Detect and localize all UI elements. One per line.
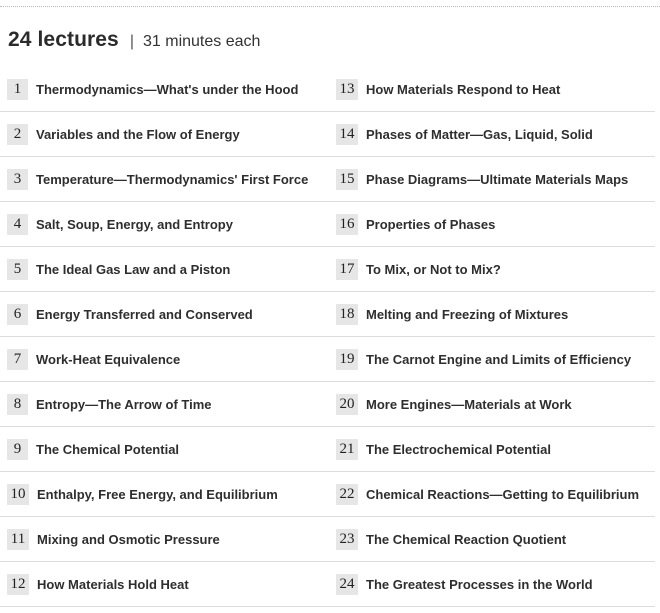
lecture-title[interactable]: Phases of Matter—Gas, Liquid, Solid bbox=[366, 127, 593, 142]
lecture-row[interactable]: 9 The Chemical Potential bbox=[0, 427, 329, 472]
lecture-title[interactable]: More Engines—Materials at Work bbox=[366, 397, 572, 412]
lecture-number: 1 bbox=[7, 78, 28, 100]
lecture-title[interactable]: Variables and the Flow of Energy bbox=[36, 127, 240, 142]
lecture-title[interactable]: The Carnot Engine and Limits of Efficien… bbox=[366, 352, 631, 367]
lecture-number: 8 bbox=[7, 393, 28, 415]
lecture-title[interactable]: Properties of Phases bbox=[366, 217, 495, 232]
lecture-number: 12 bbox=[7, 573, 29, 595]
lecture-title[interactable]: Temperature—Thermodynamics' First Force bbox=[36, 172, 308, 187]
lecture-title[interactable]: The Chemical Reaction Quotient bbox=[366, 532, 566, 547]
lecture-number: 23 bbox=[336, 528, 358, 550]
top-divider bbox=[0, 6, 660, 7]
lecture-row[interactable]: 2 Variables and the Flow of Energy bbox=[0, 112, 329, 157]
header-separator: | bbox=[129, 33, 134, 50]
lecture-number: 17 bbox=[336, 258, 358, 280]
lecture-row[interactable]: 18 Melting and Freezing of Mixtures bbox=[329, 292, 655, 337]
lecture-title[interactable]: The Ideal Gas Law and a Piston bbox=[36, 262, 230, 277]
lecture-row[interactable]: 23 The Chemical Reaction Quotient bbox=[329, 517, 655, 562]
lecture-number: 5 bbox=[7, 258, 28, 280]
lecture-title[interactable]: To Mix, or Not to Mix? bbox=[366, 262, 501, 277]
lecture-count: 24 lectures bbox=[8, 28, 119, 51]
lecture-title[interactable]: How Materials Hold Heat bbox=[37, 577, 189, 592]
lecture-row[interactable]: 11 Mixing and Osmotic Pressure bbox=[0, 517, 329, 562]
lecture-row[interactable]: 19 The Carnot Engine and Limits of Effici… bbox=[329, 337, 655, 382]
lecture-number: 7 bbox=[7, 348, 28, 370]
lecture-row[interactable]: 12 How Materials Hold Heat bbox=[0, 562, 329, 607]
lecture-row[interactable]: 7 Work-Heat Equivalence bbox=[0, 337, 329, 382]
lecture-row[interactable]: 20 More Engines—Materials at Work bbox=[329, 382, 655, 427]
lecture-title[interactable]: How Materials Respond to Heat bbox=[366, 82, 560, 97]
lecture-title[interactable]: Enthalpy, Free Energy, and Equilibrium bbox=[37, 487, 278, 502]
lecture-row[interactable]: 1 Thermodynamics—What's under the Hood bbox=[0, 67, 329, 112]
lecture-grid: 1 Thermodynamics—What's under the Hood 2V… bbox=[0, 67, 660, 607]
lecture-title[interactable]: Energy Transferred and Conserved bbox=[36, 307, 253, 322]
lecture-number: 21 bbox=[336, 438, 358, 460]
lecture-row[interactable]: 14 Phases of Matter—Gas, Liquid, Solid bbox=[329, 112, 655, 157]
lecture-row[interactable]: 15 Phase Diagrams—Ultimate Materials Maps bbox=[329, 157, 655, 202]
lecture-number: 11 bbox=[7, 528, 29, 550]
lecture-number: 24 bbox=[336, 573, 358, 595]
lecture-row[interactable]: 6 Energy Transferred and Conserved bbox=[0, 292, 329, 337]
lecture-number: 22 bbox=[336, 483, 358, 505]
lecture-number: 6 bbox=[7, 303, 28, 325]
lecture-row[interactable]: 8 Entropy—The Arrow of Time bbox=[0, 382, 329, 427]
lecture-title[interactable]: Phase Diagrams—Ultimate Materials Maps bbox=[366, 172, 628, 187]
lecture-number: 10 bbox=[7, 483, 29, 505]
lecture-number: 13 bbox=[336, 78, 358, 100]
lecture-number: 14 bbox=[336, 123, 358, 145]
lecture-title[interactable]: The Electrochemical Potential bbox=[366, 442, 551, 457]
lecture-number: 20 bbox=[336, 393, 358, 415]
lecture-title[interactable]: Melting and Freezing of Mixtures bbox=[366, 307, 568, 322]
lecture-row[interactable]: 16 Properties of Phases bbox=[329, 202, 655, 247]
lecture-column-left: 1 Thermodynamics—What's under the Hood 2V… bbox=[0, 67, 329, 607]
lecture-title[interactable]: Thermodynamics—What's under the Hood bbox=[36, 82, 298, 97]
lecture-title[interactable]: Salt, Soup, Energy, and Entropy bbox=[36, 217, 233, 232]
lecture-number: 2 bbox=[7, 123, 28, 145]
lecture-row[interactable]: 21 The Electrochemical Potential bbox=[329, 427, 655, 472]
lecture-row[interactable]: 4 Salt, Soup, Energy, and Entropy bbox=[0, 202, 329, 247]
lecture-number: 16 bbox=[336, 213, 358, 235]
lecture-row[interactable]: 10 Enthalpy, Free Energy, and Equilibrium bbox=[0, 472, 329, 517]
lecture-number: 4 bbox=[7, 213, 28, 235]
lecture-header: 24 lectures | 31 minutes each bbox=[8, 28, 260, 58]
lecture-row[interactable]: 13 How Materials Respond to Heat bbox=[329, 67, 655, 112]
lecture-title[interactable]: Chemical Reactions—Getting to Equilibriu… bbox=[366, 487, 639, 502]
lecture-number: 3 bbox=[7, 168, 28, 190]
lecture-number: 9 bbox=[7, 438, 28, 460]
lecture-row[interactable]: 22 Chemical Reactions—Getting to Equilibr… bbox=[329, 472, 655, 517]
lecture-row[interactable]: 3 Temperature—Thermodynamics' First Force bbox=[0, 157, 329, 202]
lecture-number: 15 bbox=[336, 168, 358, 190]
lecture-number: 18 bbox=[336, 303, 358, 325]
lecture-row[interactable]: 24 The Greatest Processes in the World bbox=[329, 562, 655, 607]
lecture-number: 19 bbox=[336, 348, 358, 370]
lecture-row[interactable]: 17 To Mix, or Not to Mix? bbox=[329, 247, 655, 292]
lecture-title[interactable]: Entropy—The Arrow of Time bbox=[36, 397, 212, 412]
lecture-duration: 31 minutes each bbox=[143, 33, 261, 50]
lecture-title[interactable]: The Chemical Potential bbox=[36, 442, 179, 457]
lecture-column-right: 13 How Materials Respond to Heat 14 Phases… bbox=[329, 67, 655, 607]
lecture-title[interactable]: The Greatest Processes in the World bbox=[366, 577, 593, 592]
lecture-title[interactable]: Work-Heat Equivalence bbox=[36, 352, 180, 367]
lecture-row[interactable]: 5 The Ideal Gas Law and a Piston bbox=[0, 247, 329, 292]
lecture-title[interactable]: Mixing and Osmotic Pressure bbox=[37, 532, 220, 547]
